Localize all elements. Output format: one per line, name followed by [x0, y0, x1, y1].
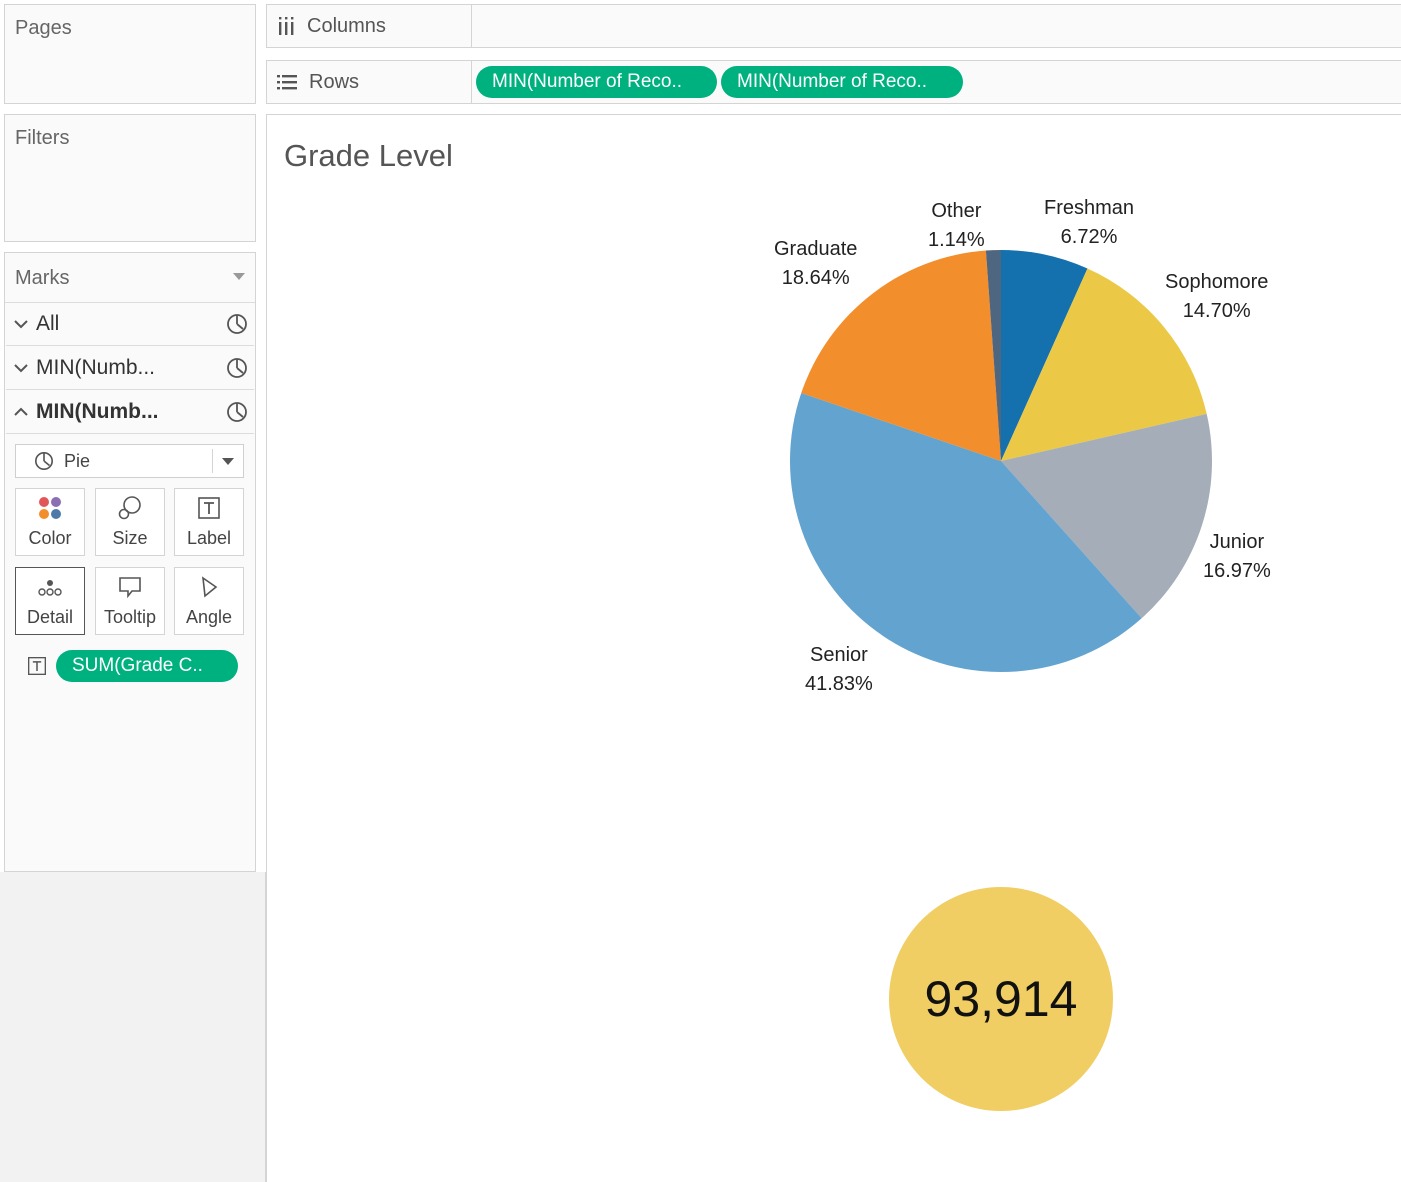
slice-percent: 6.72%: [1060, 226, 1118, 248]
filters-title: Filters: [15, 127, 70, 149]
marks-title: Marks: [15, 267, 70, 289]
detail-button-label: Detail: [26, 607, 74, 627]
columns-shelf-label: Columns: [266, 4, 472, 48]
rows-pill-2[interactable]: MIN(Number of Reco..: [721, 66, 963, 98]
angle-button[interactable]: Angle: [174, 567, 244, 635]
rows-icon: [277, 74, 297, 90]
size-button-label: Size: [112, 528, 148, 548]
slice-label-graduate: Graduate 18.64%: [774, 235, 857, 293]
slice-category: Senior: [810, 644, 868, 666]
detail-icon: [36, 571, 64, 603]
filters-card[interactable]: Filters: [4, 114, 256, 242]
slice-percent: 16.97%: [1203, 560, 1271, 582]
slice-category: Graduate: [774, 238, 858, 260]
marks-layer-label: All: [36, 311, 60, 335]
pie-icon: [220, 313, 254, 335]
label-button[interactable]: Label: [174, 488, 244, 556]
pie-icon: [220, 401, 254, 423]
text-label-icon: [27, 656, 47, 676]
mark-type-label: Pie: [64, 450, 91, 471]
rows-shelf-label: Rows: [266, 60, 472, 104]
marks-layer-min-2[interactable]: MIN(Numb...: [6, 390, 254, 434]
tooltip-button-label: Tooltip: [103, 607, 157, 627]
slice-percent: 41.83%: [805, 673, 873, 695]
rows-pill-1[interactable]: MIN(Number of Reco..: [476, 66, 717, 98]
slice-label-other: Other 1.14%: [928, 197, 985, 255]
pages-card[interactable]: Pages: [4, 4, 256, 104]
total-value: 93,914: [924, 971, 1078, 1027]
pages-title: Pages: [15, 17, 72, 39]
marks-menu-icon[interactable]: [233, 273, 245, 280]
label-button-label: Label: [186, 528, 232, 548]
chevron-down-icon: [6, 360, 36, 376]
pie-icon: [220, 357, 254, 379]
slice-percent: 14.70%: [1182, 300, 1251, 322]
detail-button[interactable]: Detail: [15, 567, 85, 635]
slice-label-freshman: Freshman 6.72%: [1044, 194, 1134, 252]
slice-label-senior: Senior 41.83%: [805, 641, 873, 699]
marks-layer-label: MIN(Numb...: [36, 399, 159, 423]
slice-percent: 1.14%: [928, 229, 985, 251]
slice-category: Sophomore: [1165, 271, 1269, 293]
marks-layer-all[interactable]: All: [6, 302, 254, 346]
mark-type-dropdown[interactable]: Pie: [15, 444, 244, 478]
pie-icon: [34, 451, 54, 471]
marks-header[interactable]: Marks: [5, 253, 255, 303]
color-button-label: Color: [28, 528, 72, 548]
chevron-down-icon: [222, 458, 234, 465]
columns-label: Columns: [307, 14, 386, 37]
marks-layer-label: MIN(Numb...: [36, 355, 156, 379]
label-field-pill[interactable]: SUM(Grade C..: [56, 650, 238, 682]
chevron-down-icon: [6, 316, 36, 332]
slice-label-sophomore: Sophomore 14.70%: [1165, 268, 1268, 326]
slice-category: Other: [931, 200, 982, 222]
slice-category: Freshman: [1044, 197, 1135, 219]
text-label-icon: [197, 492, 221, 524]
color-button[interactable]: Color: [15, 488, 85, 556]
rows-label: Rows: [309, 70, 360, 93]
slice-label-junior: Junior 16.97%: [1203, 528, 1271, 586]
slice-category: Junior: [1209, 531, 1265, 553]
sheet-title: Grade Level: [284, 138, 453, 173]
left-panel-background: [0, 872, 266, 1182]
size-icon: [117, 492, 143, 524]
color-icon: [37, 492, 63, 524]
angle-button-label: Angle: [185, 607, 233, 627]
chevron-up-icon: [6, 404, 36, 420]
columns-icon: [277, 17, 295, 35]
tooltip-icon: [117, 571, 143, 603]
slice-percent: 18.64%: [781, 267, 850, 289]
dropdown-divider: [212, 449, 213, 473]
size-button[interactable]: Size: [95, 488, 165, 556]
marks-layer-min-1[interactable]: MIN(Numb...: [6, 346, 254, 390]
angle-icon: [198, 571, 220, 603]
columns-shelf[interactable]: [471, 4, 1401, 48]
tooltip-button[interactable]: Tooltip: [95, 567, 165, 635]
